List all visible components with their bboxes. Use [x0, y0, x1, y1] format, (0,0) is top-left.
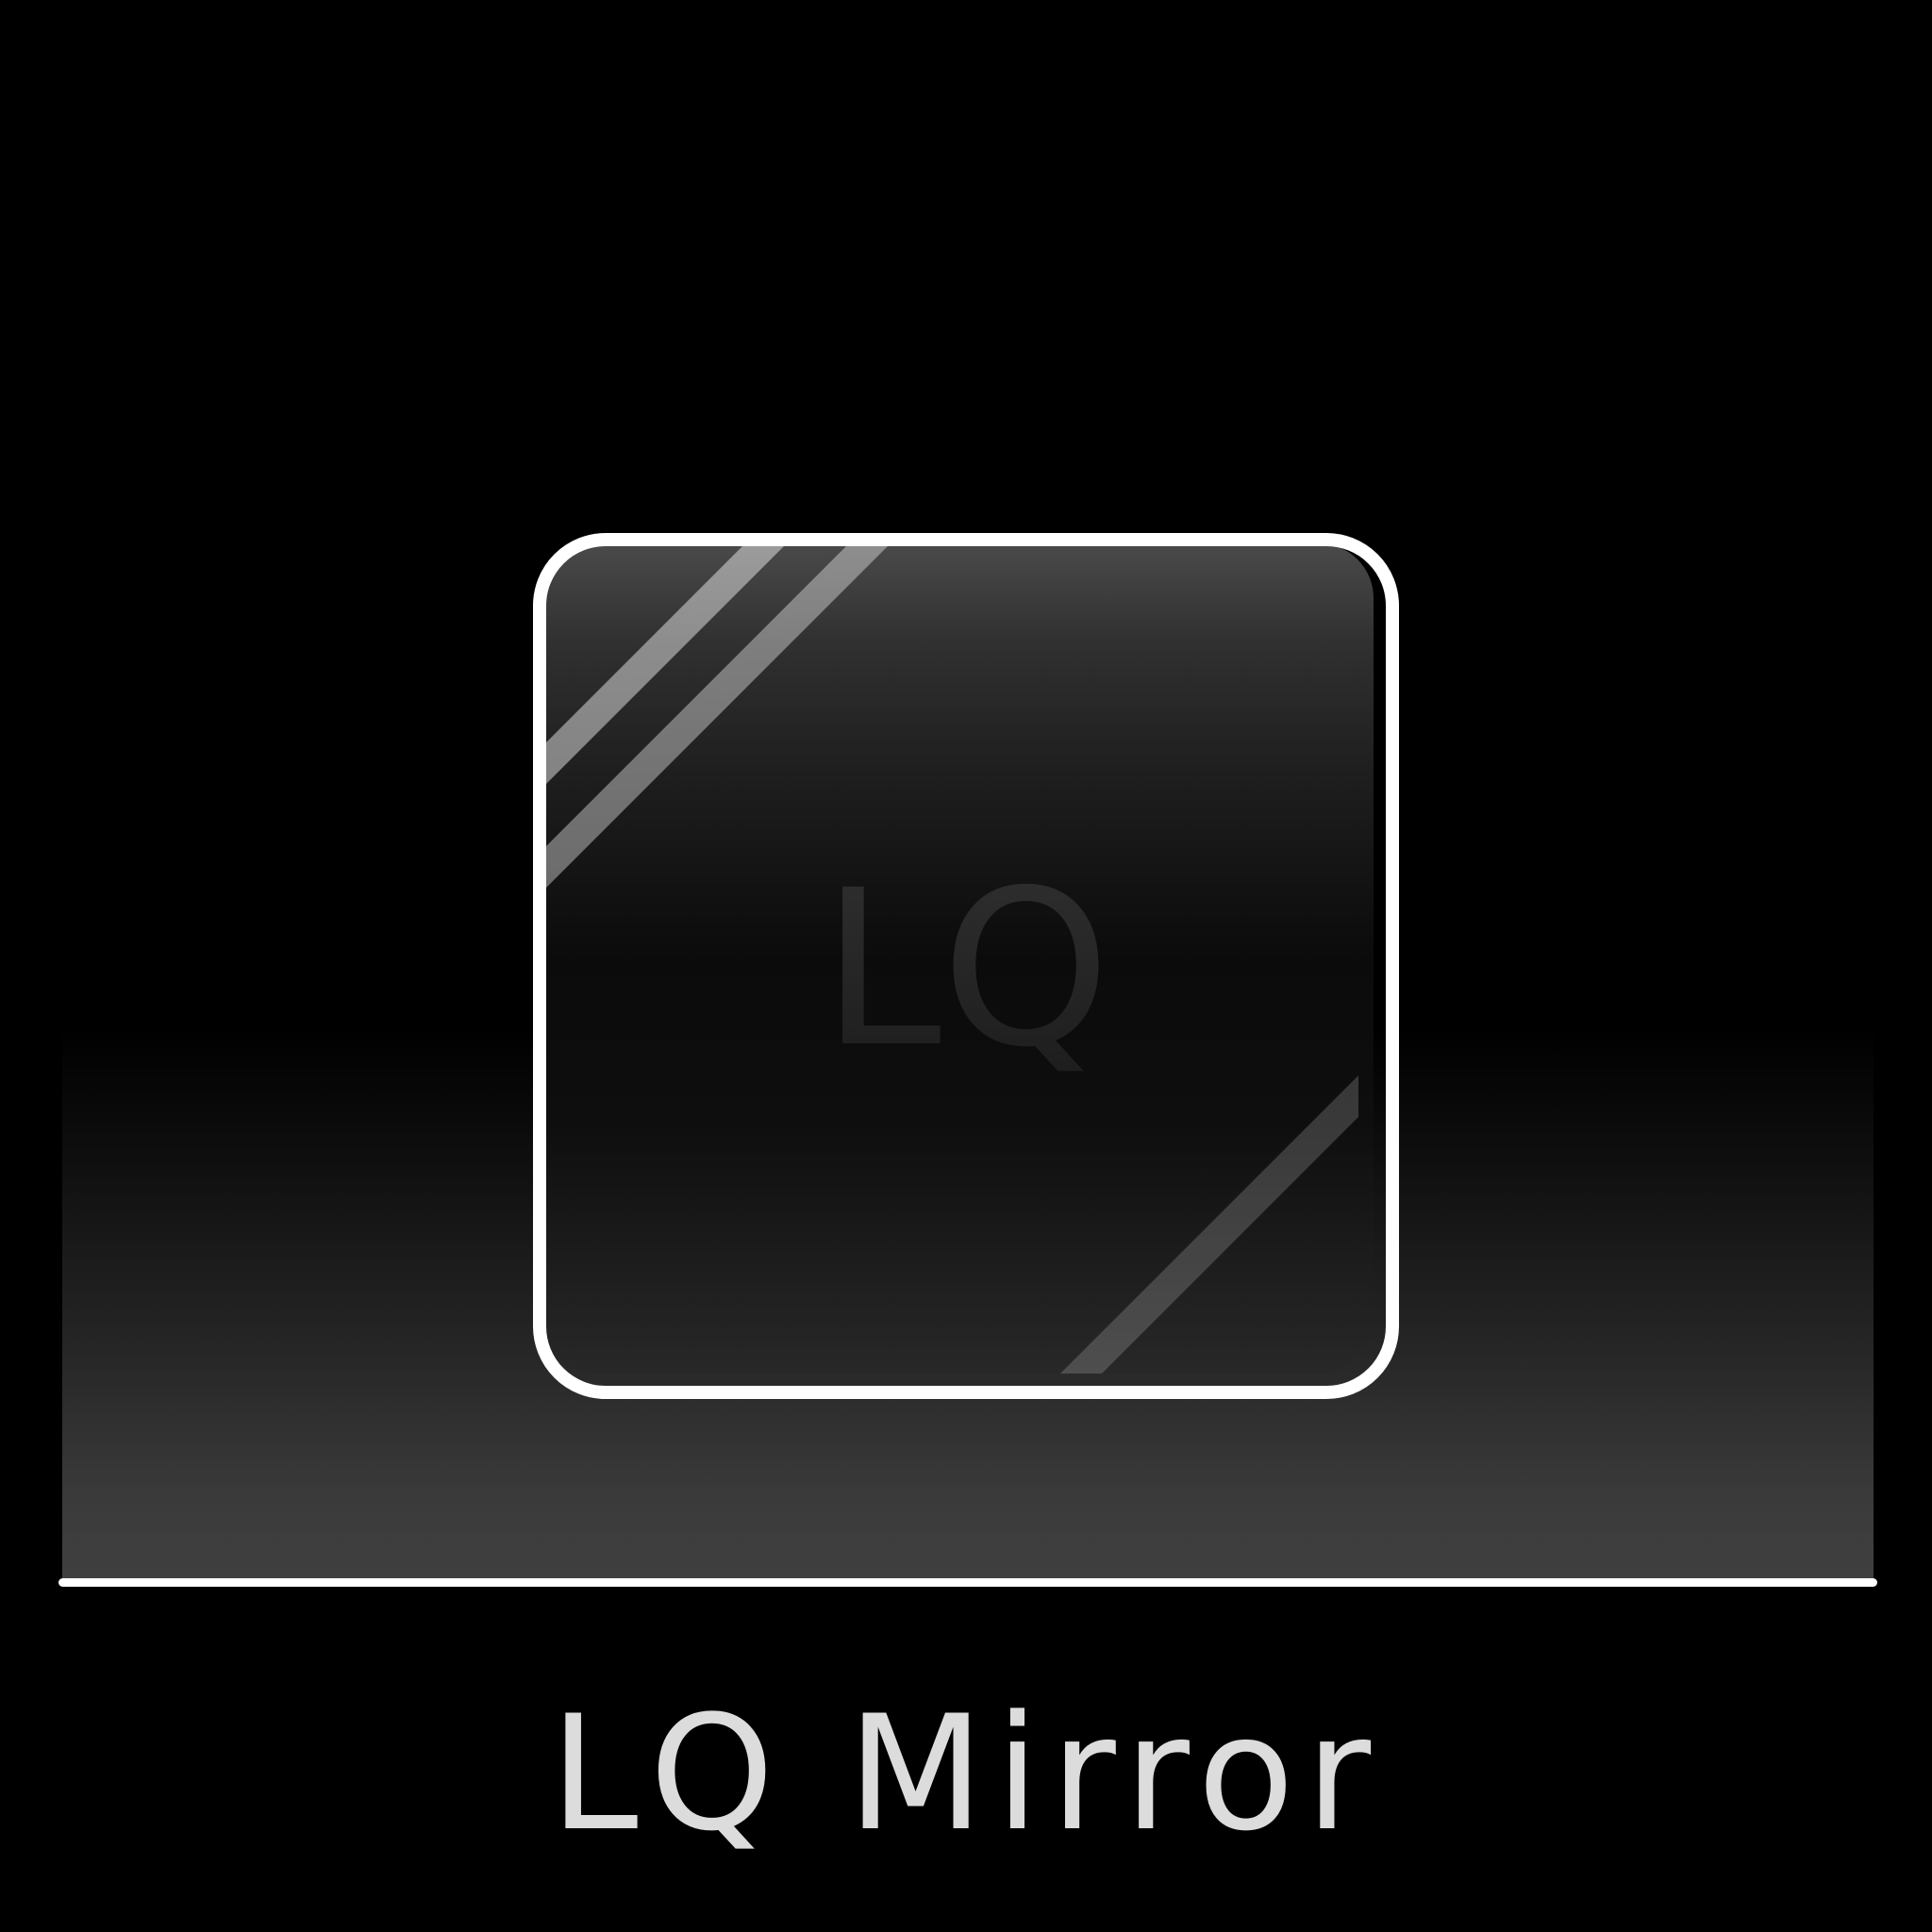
- app-icon-showcase: LQ LQ Mirror: [0, 0, 1932, 1932]
- icon-text: LQ: [822, 843, 1111, 1094]
- floor-edge-line: [58, 1578, 1877, 1587]
- lq-mirror-app-icon[interactable]: LQ: [528, 528, 1404, 1404]
- app-name-caption: LQ Mirror: [549, 1681, 1383, 1866]
